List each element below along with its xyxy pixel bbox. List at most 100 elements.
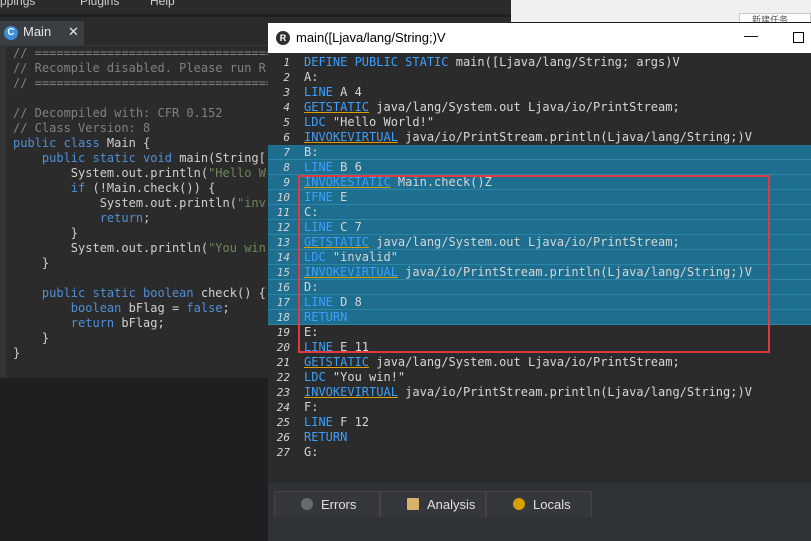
line-number: 19 <box>276 326 290 339</box>
bytecode-line[interactable]: 5 LDC "Hello World!" <box>268 115 811 130</box>
line-number: 7 <box>283 146 290 159</box>
bytecode-instruction: F: <box>304 400 319 414</box>
source-line: public static void main(String[ <box>41 151 266 165</box>
bytecode-instruction: LDC "You win!" <box>304 370 406 384</box>
tab-label: Main <box>23 24 52 39</box>
source-line: System.out.println("Hello W <box>13 166 266 180</box>
line-number: 12 <box>276 221 290 234</box>
menu-item[interactable]: ppings <box>0 0 35 8</box>
bytecode-line[interactable]: 26 RETURN <box>268 430 811 445</box>
tab-main[interactable]: C Main ✕ <box>0 21 84 45</box>
source-line: return; <box>99 211 151 225</box>
line-number: 9 <box>283 176 290 189</box>
bytecode-instruction: INVOKEVIRTUAL java/io/PrintStream.printl… <box>304 130 752 144</box>
bytecode-instruction: B: <box>304 145 319 159</box>
line-number: 25 <box>276 416 290 429</box>
bytecode-line[interactable]: 2 A: <box>268 70 811 85</box>
source-line: if (!Main.check()) { <box>70 181 216 195</box>
bytecode-instruction: DEFINE PUBLIC STATIC main([Ljava/lang/St… <box>304 55 680 69</box>
source-line: // ==================================== <box>13 76 268 90</box>
tab-analysis[interactable]: Analysis <box>380 491 486 517</box>
source-line: // Recompile disabled. Please run R <box>13 61 266 75</box>
line-number: 18 <box>276 311 290 324</box>
bytecode-line[interactable]: 27 G: <box>268 445 811 460</box>
class-icon: C <box>4 26 18 40</box>
line-number: 16 <box>276 281 290 294</box>
bytecode-editor[interactable]: 1 DEFINE PUBLIC STATIC main([Ljava/lang/S… <box>268 53 811 483</box>
bytecode-instruction: G: <box>304 445 319 459</box>
bytecode-line[interactable]: 6 INVOKEVIRTUAL java/io/PrintStream.print… <box>268 130 811 145</box>
bytecode-line[interactable]: 1 DEFINE PUBLIC STATIC main([Ljava/lang/S… <box>268 55 811 70</box>
bytecode-line[interactable]: 25 LINE F 12 <box>268 415 811 430</box>
background-window-strip: 新建任务 <box>511 0 811 22</box>
bytecode-line[interactable]: 22 LDC "You win!" <box>268 370 811 385</box>
highlight-box <box>298 175 770 353</box>
source-line: } <box>13 256 50 270</box>
line-number: 1 <box>283 56 290 69</box>
bytecode-instruction: GETSTATIC java/lang/System.out Ljava/io/… <box>304 100 680 114</box>
line-number: 21 <box>276 356 290 369</box>
source-line: } <box>13 331 50 345</box>
bytecode-instruction: GETSTATIC java/lang/System.out Ljava/io/… <box>304 355 680 369</box>
window-titlebar: R main([Ljava/lang/String;)V — <box>268 23 811 53</box>
line-number: 6 <box>283 131 290 144</box>
bytecode-instruction: LDC "Hello World!" <box>304 115 435 129</box>
line-number: 20 <box>276 341 290 354</box>
source-line: } <box>13 346 21 360</box>
line-number: 24 <box>276 401 290 414</box>
line-number: 22 <box>276 371 290 384</box>
tab-errors[interactable]: Errors <box>274 491 380 517</box>
empty-panel <box>0 378 268 541</box>
source-line: System.out.println("inv <box>13 196 266 210</box>
line-number: 10 <box>276 191 290 204</box>
list-icon <box>407 498 419 510</box>
line-number: 27 <box>276 446 290 459</box>
tab-label: Locals <box>533 497 571 512</box>
decompiled-source-view[interactable]: // ==================================== /… <box>0 46 268 378</box>
bytecode-instruction: LINE F 12 <box>304 415 370 429</box>
line-number: 14 <box>276 251 290 264</box>
source-line: System.out.println("You win <box>13 241 266 255</box>
bytecode-line[interactable]: 8 LINE B 6 <box>268 160 811 175</box>
bytecode-instruction: LINE A 4 <box>304 85 362 99</box>
line-number: 15 <box>276 266 290 279</box>
source-line: public class Main { <box>13 136 151 150</box>
source-line: boolean bFlag = false; <box>70 301 230 315</box>
source-line: // Class Version: 8 <box>13 121 151 135</box>
window-title: main([Ljava/lang/String;)V <box>296 30 446 45</box>
source-line: // Decompiled with: CFR 0.152 <box>13 106 223 120</box>
background-menubar: ppings Plugins Help <box>0 0 511 14</box>
source-line: return bFlag; <box>70 316 165 330</box>
maximize-button[interactable] <box>793 32 804 43</box>
bytecode-line[interactable]: 4 GETSTATIC java/lang/System.out Ljava/io… <box>268 100 811 115</box>
tab-label: Analysis <box>427 497 476 512</box>
menu-item[interactable]: Help <box>150 0 175 8</box>
line-number: 23 <box>276 386 290 399</box>
bytecode-line[interactable]: 24 F: <box>268 400 811 415</box>
bytecode-line[interactable]: 21 GETSTATIC java/lang/System.out Ljava/i… <box>268 355 811 370</box>
menu-item[interactable]: Plugins <box>80 0 119 8</box>
bytecode-instruction: RETURN <box>304 430 348 444</box>
bytecode-line[interactable]: 23 INVOKEVIRTUAL java/io/PrintStream.prin… <box>268 385 811 400</box>
close-icon[interactable]: ✕ <box>68 24 79 40</box>
tab-label: Errors <box>321 497 357 512</box>
tab-locals[interactable]: Locals <box>486 491 592 517</box>
line-number: 26 <box>276 431 290 444</box>
line-number: 5 <box>283 116 290 129</box>
bytecode-instruction: INVOKEVIRTUAL java/io/PrintStream.printl… <box>304 385 752 399</box>
bytecode-line[interactable]: 7 B: <box>268 145 811 160</box>
minimize-button[interactable]: — <box>744 27 758 43</box>
source-line: // ==================================== <box>13 46 268 60</box>
line-number: 8 <box>283 161 290 174</box>
line-number: 3 <box>283 86 290 99</box>
bytecode-line[interactable]: 3 LINE A 4 <box>268 85 811 100</box>
bytecode-instruction: LINE B 6 <box>304 160 362 174</box>
partial-button[interactable]: 新建任务 <box>739 13 811 22</box>
source-line: public static boolean check() { <box>41 286 266 300</box>
line-number: 13 <box>276 236 290 249</box>
line-number: 4 <box>283 101 290 114</box>
line-number: 11 <box>276 206 290 219</box>
line-number: 2 <box>283 71 290 84</box>
line-number: 17 <box>276 296 290 309</box>
bytecode-window: R main([Ljava/lang/String;)V — 1 DEFINE P… <box>268 23 811 541</box>
